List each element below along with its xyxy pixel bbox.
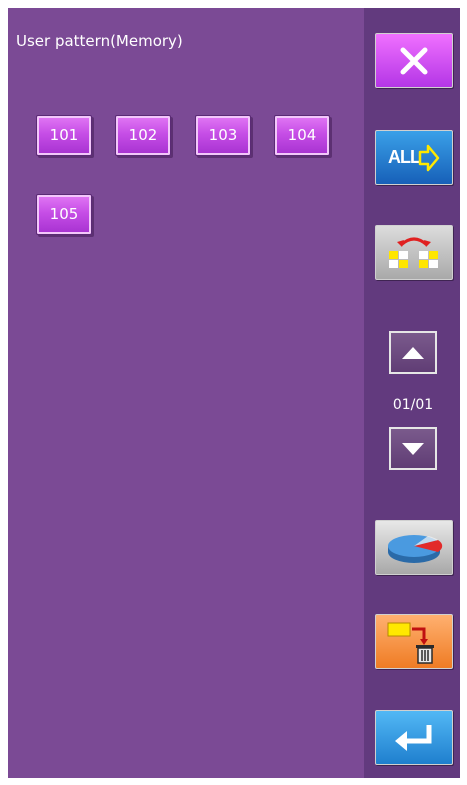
pattern-button-102[interactable]: 102 — [115, 115, 171, 156]
page-title: User pattern(Memory) — [16, 32, 183, 50]
pattern-button-103[interactable]: 103 — [195, 115, 251, 156]
delete-pattern-button[interactable] — [375, 614, 453, 669]
enter-button[interactable] — [375, 710, 453, 765]
arrow-down-icon — [401, 442, 425, 456]
pattern-button-101[interactable]: 101 — [36, 115, 92, 156]
memory-usage-button[interactable] — [375, 520, 453, 575]
page-indicator: 01/01 — [392, 397, 434, 413]
pie-chart-icon — [384, 528, 444, 568]
select-all-button[interactable]: ALL — [375, 130, 453, 185]
copy-pattern-button[interactable] — [375, 225, 453, 280]
enter-icon — [389, 721, 439, 755]
select-all-label: ALL — [388, 147, 421, 167]
close-icon — [397, 44, 431, 78]
delete-to-trash-icon — [384, 619, 444, 665]
page-down-button[interactable] — [389, 427, 437, 470]
page-up-button[interactable] — [389, 331, 437, 374]
arrow-up-icon — [401, 346, 425, 360]
copy-pattern-icon — [385, 233, 443, 273]
close-button[interactable] — [375, 33, 453, 88]
pattern-button-105[interactable]: 105 — [36, 194, 92, 235]
select-all-icon: ALL — [388, 144, 440, 172]
pattern-button-104[interactable]: 104 — [274, 115, 330, 156]
